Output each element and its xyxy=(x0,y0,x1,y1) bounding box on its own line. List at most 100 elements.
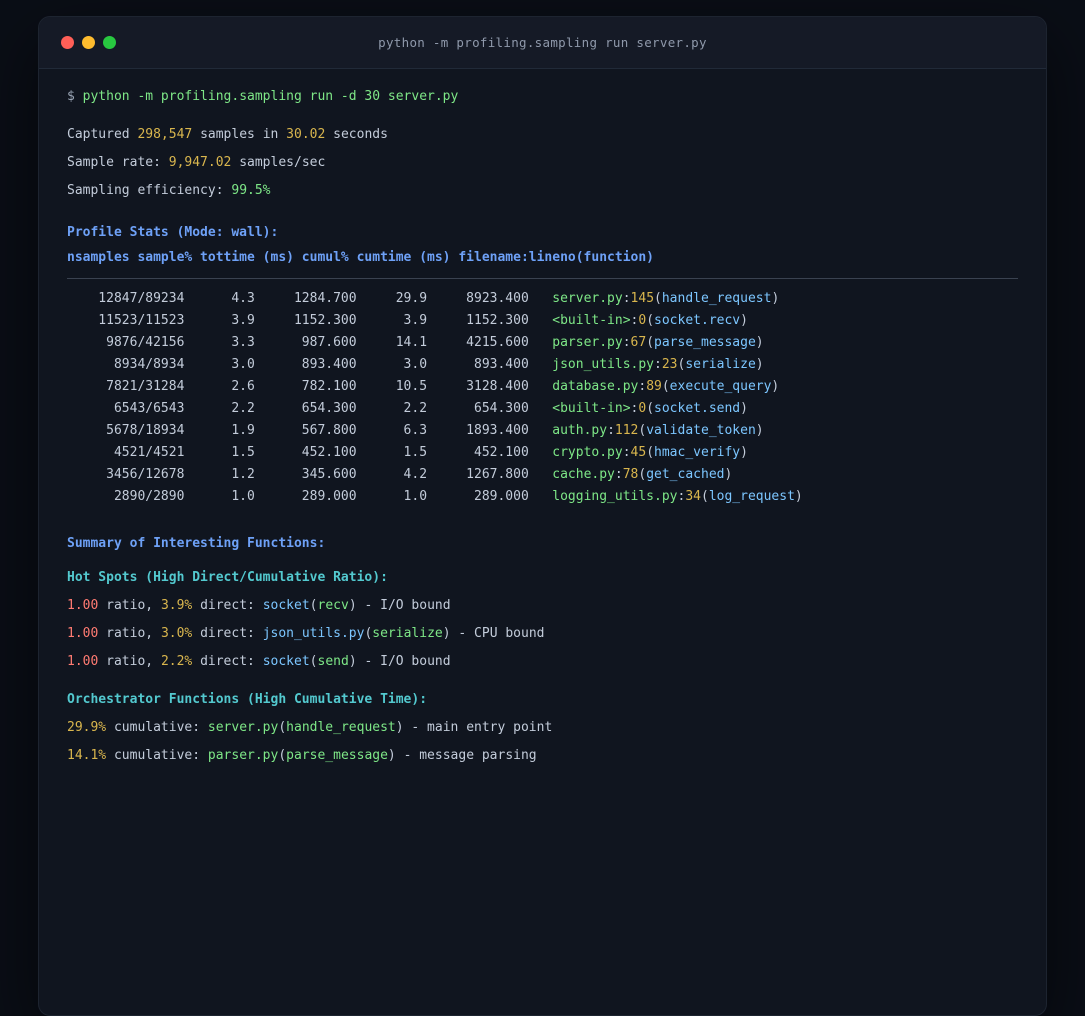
text-segment: log_request xyxy=(708,489,795,504)
text-segment: 1.00 xyxy=(67,598,99,613)
text-segment: ( xyxy=(646,445,655,460)
text-segment: 78 xyxy=(622,467,639,482)
text-segment: 9876/42156 3.3 987.600 14.1 4215.600 xyxy=(67,335,553,350)
efficiency-line: Sampling efficiency: 99.5% xyxy=(67,177,1018,205)
text-segment: ) xyxy=(755,423,764,438)
text-segment: 2.2% xyxy=(160,654,193,669)
text-segment: 14.1% xyxy=(67,748,107,763)
orchestrator-line: 29.9% cumulative: server.py(handle_reque… xyxy=(67,714,1018,742)
text-segment: 29.9% xyxy=(67,720,107,735)
text-segment: $ xyxy=(67,89,83,104)
text-segment: execute_query xyxy=(669,379,772,394)
text-segment: 23 xyxy=(661,357,678,372)
text-segment: : xyxy=(622,335,631,350)
close-button[interactable] xyxy=(61,36,74,49)
text-segment: parser.py xyxy=(207,748,279,763)
text-segment: ratio, xyxy=(98,626,161,641)
text-segment: crypto.py xyxy=(552,445,623,460)
hot-spot-line: 1.00 ratio, 2.2% direct: socket(send) - … xyxy=(67,648,1018,676)
text-segment: samples in xyxy=(192,127,287,142)
profile-stats-heading: Profile Stats (Mode: wall): xyxy=(67,219,1018,247)
text-segment: 89 xyxy=(646,379,662,394)
text-segment: cumulative: xyxy=(106,748,208,763)
text-segment: ) xyxy=(740,313,748,328)
text-segment: 1.00 xyxy=(67,626,99,641)
text-segment: direct: xyxy=(192,598,263,613)
text-segment: 4521/4521 1.5 452.100 1.5 452.100 xyxy=(67,445,553,460)
text-segment: ( xyxy=(700,489,709,504)
text-segment: ) - I/O bound xyxy=(348,654,451,669)
text-segment: recv xyxy=(317,598,349,613)
text-segment: 3456/12678 1.2 345.600 4.2 1267.800 xyxy=(67,467,553,482)
profile-table-row: 9876/42156 3.3 987.600 14.1 4215.600 par… xyxy=(67,332,1018,354)
text-segment: get_cached xyxy=(646,467,725,482)
text-segment: : xyxy=(607,423,615,438)
text-segment: Captured xyxy=(67,127,138,142)
text-segment: ) xyxy=(740,445,748,460)
text-segment: socket.recv xyxy=(654,313,741,328)
text-segment: seconds xyxy=(325,127,388,142)
text-segment: nsamples sample% tottime (ms) cumul% cum… xyxy=(67,250,654,265)
text-segment: parser.py xyxy=(552,335,623,350)
text-segment: socket xyxy=(262,598,310,613)
profile-table-row: 8934/8934 3.0 893.400 3.0 893.400 json_u… xyxy=(67,354,1018,376)
text-segment: handle_request xyxy=(661,291,772,306)
hot-spot-line: 1.00 ratio, 3.9% direct: socket(recv) - … xyxy=(67,592,1018,620)
profile-table-row: 7821/31284 2.6 782.100 10.5 3128.400 dat… xyxy=(67,376,1018,398)
text-segment: ) xyxy=(771,291,780,306)
text-segment: ( xyxy=(309,654,318,669)
text-segment: direct: xyxy=(192,626,263,641)
text-segment: Sample rate: xyxy=(67,155,169,170)
text-segment: ) xyxy=(794,489,803,504)
text-segment: 298,547 xyxy=(137,127,193,142)
text-segment: handle_request xyxy=(286,720,396,735)
profile-table-row: 6543/6543 2.2 654.300 2.2 654.300 <built… xyxy=(67,398,1018,420)
text-segment: ( xyxy=(646,313,655,328)
window-controls xyxy=(39,36,116,49)
text-segment: 145 xyxy=(630,291,655,306)
text-segment: ( xyxy=(278,748,287,763)
table-header: nsamples sample% tottime (ms) cumul% cum… xyxy=(67,247,1018,269)
orchestrator-line: 14.1% cumulative: parser.py(parse_messag… xyxy=(67,742,1018,770)
text-segment: direct: xyxy=(192,654,263,669)
text-segment: hmac_verify xyxy=(654,445,741,460)
text-segment: server.py xyxy=(207,720,279,735)
text-segment: socket.send xyxy=(654,401,741,416)
text-segment: ( xyxy=(661,379,670,394)
text-segment: <built-in> xyxy=(552,313,631,328)
profile-table-row: 11523/11523 3.9 1152.300 3.9 1152.300 <b… xyxy=(67,310,1018,332)
text-segment: ( xyxy=(646,335,655,350)
text-segment: 30.02 xyxy=(286,127,326,142)
minimize-button[interactable] xyxy=(82,36,95,49)
captured-line: Captured 298,547 samples in 30.02 second… xyxy=(67,121,1018,149)
profile-table-row: 2890/2890 1.0 289.000 1.0 289.000 loggin… xyxy=(67,486,1018,508)
text-segment: auth.py xyxy=(552,423,608,438)
text-segment: 6543/6543 2.2 654.300 2.2 654.300 xyxy=(67,401,553,416)
text-segment: : xyxy=(622,291,631,306)
text-segment: 3.0% xyxy=(160,626,193,641)
text-segment: : xyxy=(638,379,647,394)
text-segment: 8934/8934 3.0 893.400 3.0 893.400 xyxy=(67,357,553,372)
text-segment: 9,947.02 xyxy=(168,155,232,170)
text-segment: Profile Stats (Mode: wall): xyxy=(67,225,279,240)
sample-rate-line: Sample rate: 9,947.02 samples/sec xyxy=(67,149,1018,177)
text-segment: 1.00 xyxy=(67,654,99,669)
text-segment: 3.9% xyxy=(160,598,193,613)
text-segment: Hot Spots (High Direct/Cumulative Ratio)… xyxy=(67,570,388,585)
table-divider xyxy=(67,278,1018,279)
text-segment: Summary of Interesting Functions: xyxy=(67,536,326,551)
text-segment: ) xyxy=(755,357,764,372)
zoom-button[interactable] xyxy=(103,36,116,49)
text-segment: 12847/89234 4.3 1284.700 29.9 8923.400 xyxy=(67,291,553,306)
text-segment: samples/sec xyxy=(231,155,326,170)
text-segment: ( xyxy=(278,720,287,735)
text-segment: 2890/2890 1.0 289.000 1.0 289.000 xyxy=(67,489,553,504)
orchestrator-heading: Orchestrator Functions (High Cumulative … xyxy=(67,686,1018,714)
titlebar: python -m profiling.sampling run server.… xyxy=(39,17,1046,69)
text-segment: : xyxy=(654,357,662,372)
profile-table-row: 3456/12678 1.2 345.600 4.2 1267.800 cach… xyxy=(67,464,1018,486)
text-segment: 11523/11523 3.9 1152.300 3.9 1152.300 xyxy=(67,313,553,328)
text-segment: ) xyxy=(755,335,764,350)
profile-table-row: 12847/89234 4.3 1284.700 29.9 8923.400 s… xyxy=(67,288,1018,310)
text-segment: 7821/31284 2.6 782.100 10.5 3128.400 xyxy=(67,379,553,394)
